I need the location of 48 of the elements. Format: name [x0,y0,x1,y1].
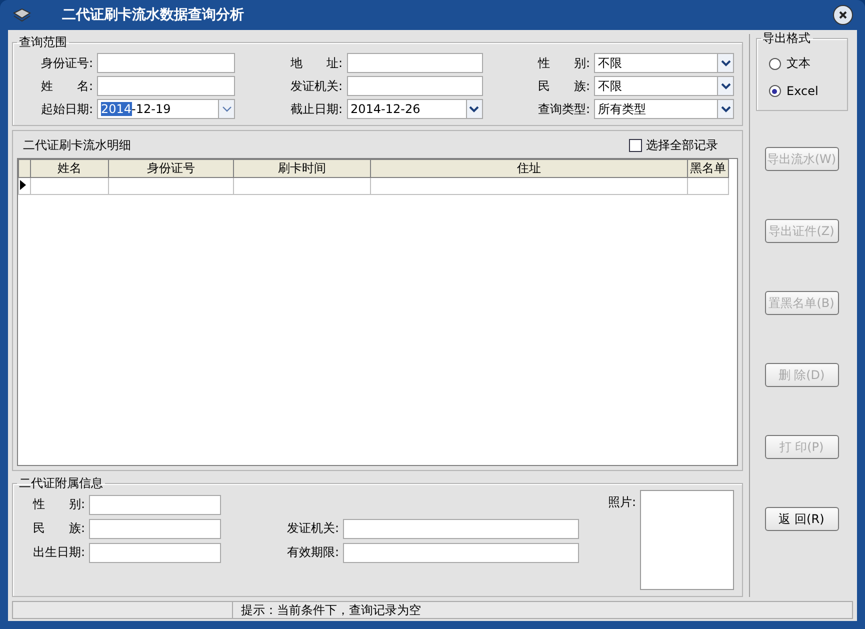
window-title: 二代证刷卡流水数据查询分析 [62,6,245,24]
status-text: 提示：当前条件下，查询记录为空 [240,602,421,618]
dropdown-field[interactable]: 不限 [594,53,734,73]
app-icon [12,7,32,23]
field-label: 身份证号: [40,54,94,72]
dropdown-field[interactable]: 2014-12-26 [346,99,482,119]
column-header[interactable]: 住址 [370,160,688,178]
field-label: 性 别: [536,54,591,72]
dropdown-field[interactable]: 不限 [594,76,734,96]
field-label: 起始日期: [40,100,94,118]
field-label: 性 别: [32,496,86,513]
close-icon [838,10,848,20]
field-label: 查询类型: [536,100,591,118]
column-header[interactable]: 刷卡时间 [234,160,370,178]
text-field[interactable] [343,518,579,538]
field-label: 发证机关: [286,520,340,537]
field-label: 截止日期: [289,100,344,118]
field-label: 民 族: [32,520,86,537]
text-field[interactable] [97,53,235,73]
group-title: 导出格式 [762,30,812,47]
panel-title: 二代证刷卡流水明细 [23,137,131,154]
field-label: 出生日期: [32,544,86,561]
text-field[interactable] [346,76,482,96]
radio-option[interactable]: Excel [764,78,838,104]
field-label: 有效期限: [286,544,340,561]
column-header[interactable]: 姓名 [30,160,108,178]
text-field[interactable] [343,542,579,562]
group-title: 二代证附属信息 [18,475,104,492]
text-field[interactable] [89,494,221,514]
action-button[interactable]: 返 回(R) [764,507,838,531]
text-field[interactable] [346,53,482,73]
text-field[interactable] [89,542,221,562]
column-header[interactable]: 黑名单 [688,160,728,178]
current-row-icon [19,178,27,190]
select-all-checkbox[interactable]: 选择全部记录 [629,137,718,154]
field-label: 发证机关: [289,78,344,94]
field-label: 姓 名: [40,78,94,94]
group-title: 查询范围 [18,34,68,51]
text-field[interactable] [89,518,221,538]
dropdown-field[interactable]: 所有类型 [594,99,734,119]
column-header[interactable]: 身份证号 [108,160,234,178]
field-label: 民 族: [536,78,591,94]
text-field[interactable] [97,76,235,96]
field-label: 地 址: [289,54,344,72]
radio-option[interactable]: 文本 [764,49,838,78]
close-button[interactable] [833,5,853,25]
field-label: 照片: [606,494,637,511]
date-field[interactable]: 2014-12-19 [97,99,235,119]
